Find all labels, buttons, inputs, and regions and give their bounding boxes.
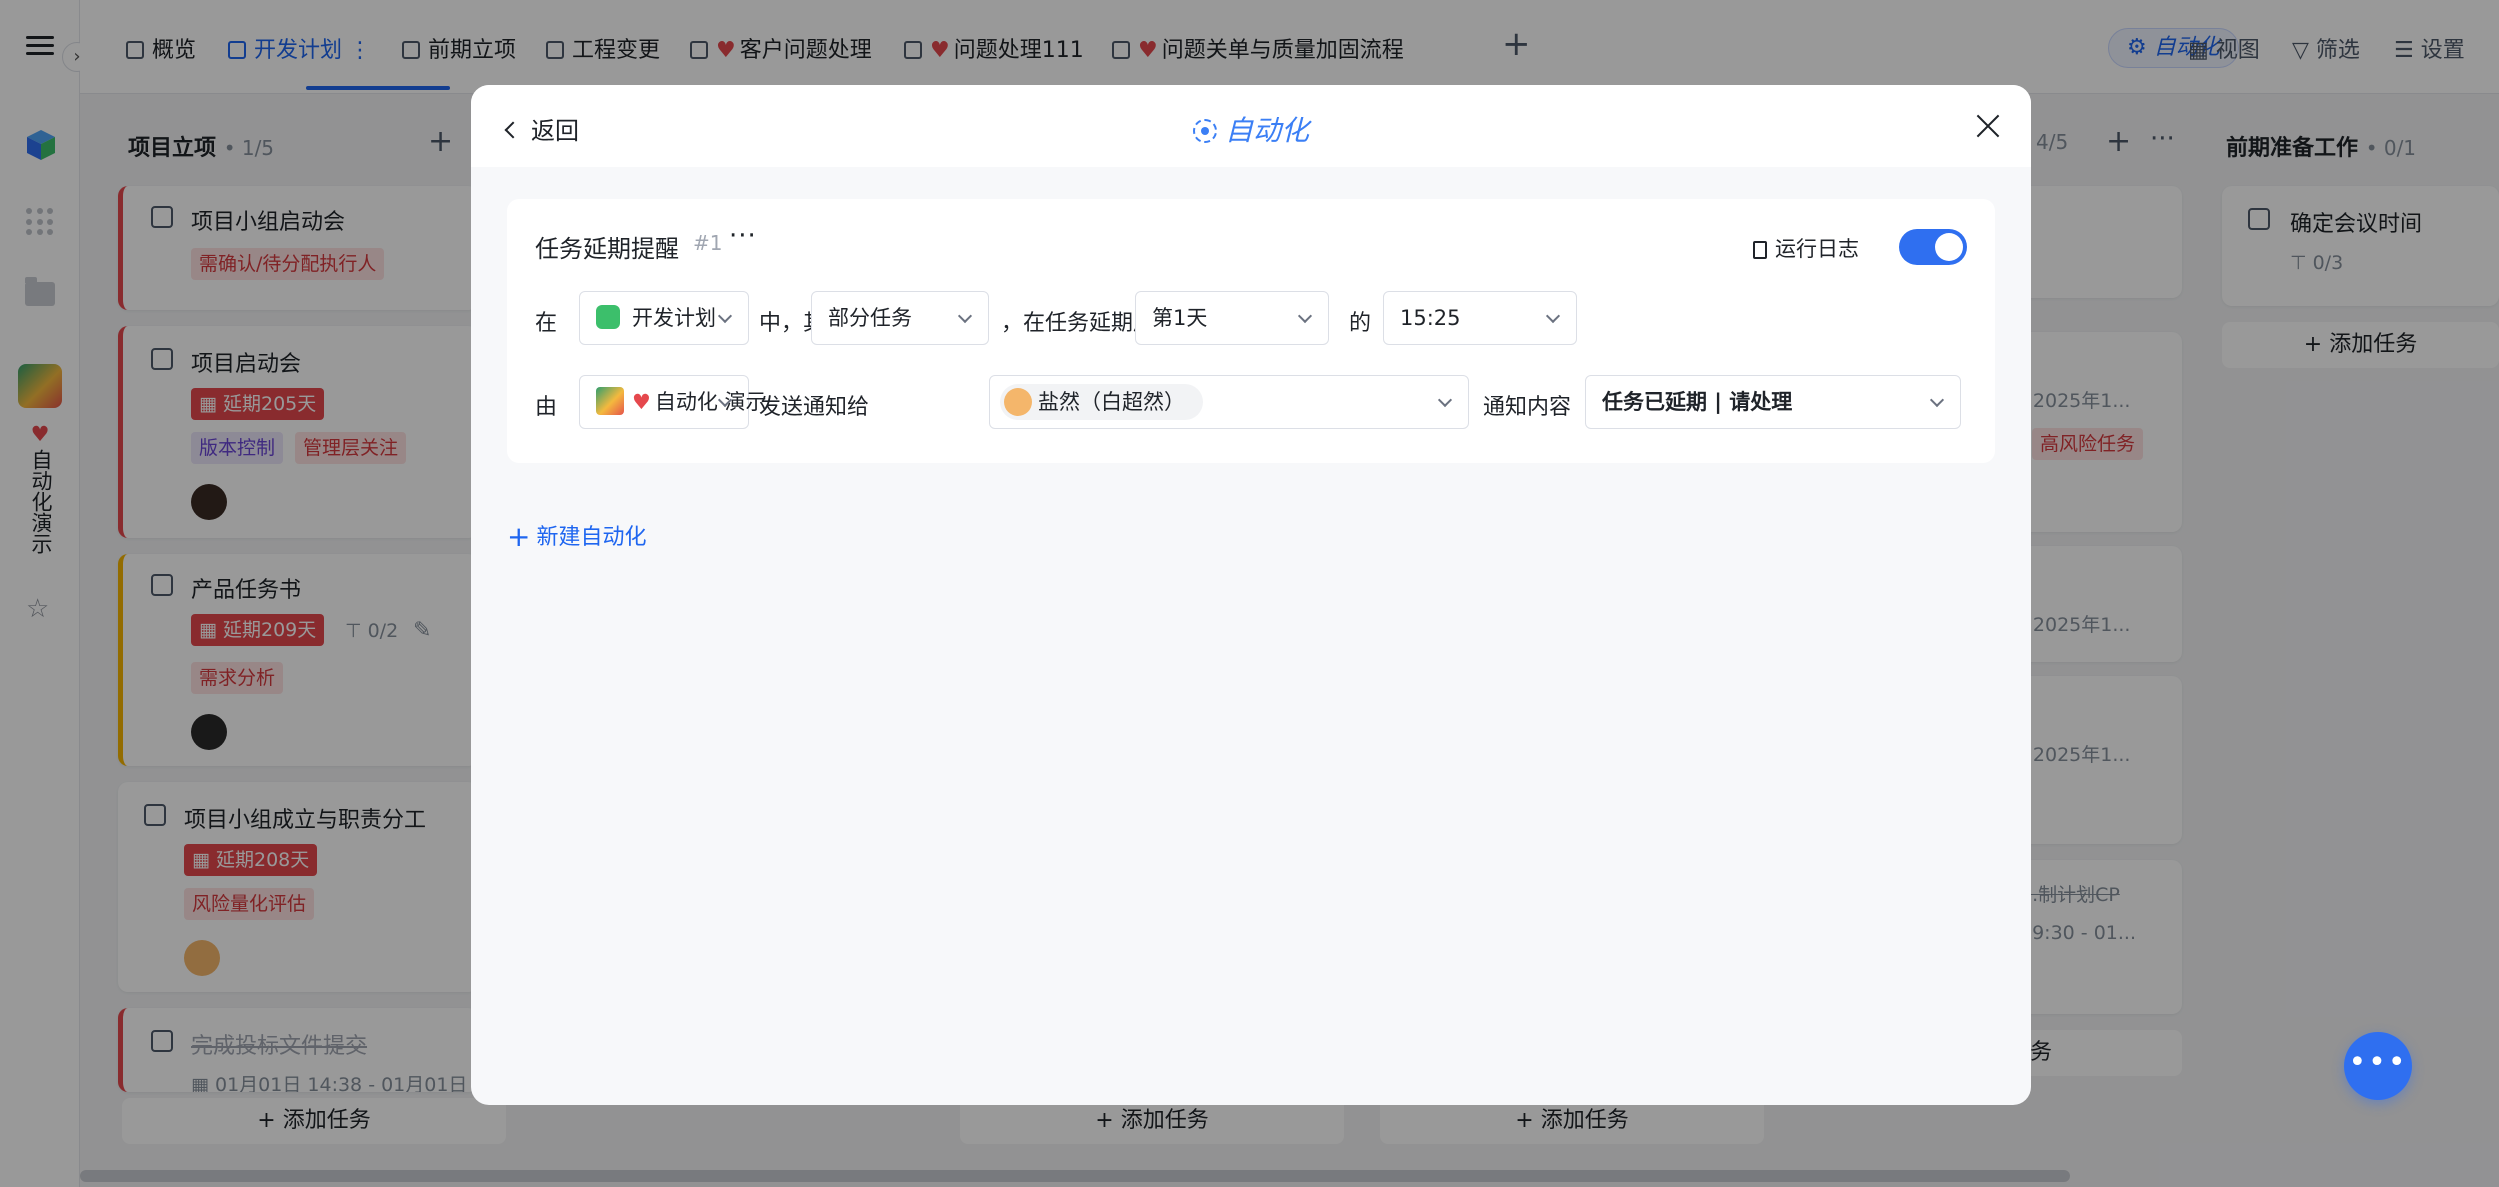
sender-select-value: 自动化 演示	[654, 390, 767, 414]
recipient-select[interactable]: 盐然（白超然）	[989, 375, 1469, 429]
label-after-overdue: ，在任务延期后	[1001, 311, 1156, 336]
day-select-value: 第1天	[1152, 306, 1208, 330]
rule-name[interactable]: 任务延期提醒	[535, 229, 679, 264]
chevron-down-icon	[957, 308, 973, 324]
plus-icon: +	[507, 520, 531, 553]
label-notify-content: 通知内容	[1483, 395, 1572, 420]
label-in: 在	[535, 311, 558, 336]
back-button[interactable]: 返回	[504, 111, 579, 146]
label-by: 由	[535, 395, 558, 420]
automation-icon	[1193, 119, 1217, 143]
sender-select[interactable]: ♥ 自动化 演示	[579, 375, 767, 429]
sender-avatar	[596, 387, 624, 415]
back-label: 返回	[531, 117, 579, 145]
heart-icon: ♥	[632, 390, 651, 414]
notify-content-select[interactable]: 任务已延期 | 请处理	[1585, 375, 1961, 429]
new-automation-button[interactable]: + 新建自动化	[507, 519, 646, 553]
project-app-icon	[596, 305, 620, 329]
task-scope-value: 部分任务	[828, 306, 912, 330]
modal-title-text: 自动化	[1225, 114, 1310, 147]
modal-header: 返回 自动化	[471, 85, 2031, 167]
run-log-button[interactable]: 运行日志	[1753, 233, 1859, 263]
recipient-chip[interactable]: 盐然（白超然）	[1000, 384, 1203, 420]
modal-title: 自动化	[1193, 109, 1309, 149]
automation-modal: 返回 自动化 任务延期提醒 #1 ··· 运行日志 在 开发计划 中，其 部分任…	[471, 85, 2031, 1105]
label-of: 的	[1349, 311, 1372, 336]
chevron-left-icon	[504, 121, 522, 139]
automation-rule-card: 任务延期提醒 #1 ··· 运行日志 在 开发计划 中，其 部分任务 ，在任务延…	[507, 199, 1995, 463]
rule-more-button[interactable]: ···	[729, 221, 757, 251]
time-select[interactable]: 15:25	[1383, 291, 1577, 345]
task-scope-select[interactable]: 部分任务	[811, 291, 989, 345]
more-dots-icon: •••	[2348, 1045, 2408, 1080]
run-log-label: 运行日志	[1775, 237, 1859, 261]
new-automation-label: 新建自动化	[536, 525, 647, 550]
clipboard-icon	[1753, 241, 1767, 259]
chat-assistant-button[interactable]: •••	[2344, 1032, 2412, 1100]
chevron-down-icon	[1929, 392, 1945, 408]
rule-enabled-toggle[interactable]	[1899, 229, 1967, 265]
recipient-name: 盐然（白超然）	[1038, 390, 1185, 414]
chevron-down-icon	[1437, 392, 1453, 408]
chevron-down-icon	[1545, 308, 1561, 324]
notify-content-value: 任务已延期 | 请处理	[1602, 390, 1793, 414]
project-select[interactable]: 开发计划	[579, 291, 749, 345]
close-icon[interactable]	[1973, 111, 2003, 141]
chevron-down-icon	[1297, 308, 1313, 324]
chevron-down-icon	[717, 308, 733, 324]
day-select[interactable]: 第1天	[1135, 291, 1329, 345]
recipient-avatar	[1004, 388, 1032, 416]
time-select-value: 15:25	[1400, 306, 1461, 330]
rule-number: #1	[693, 231, 723, 255]
project-select-value: 开发计划	[632, 306, 716, 330]
label-send-to: 发送通知给	[759, 395, 870, 420]
